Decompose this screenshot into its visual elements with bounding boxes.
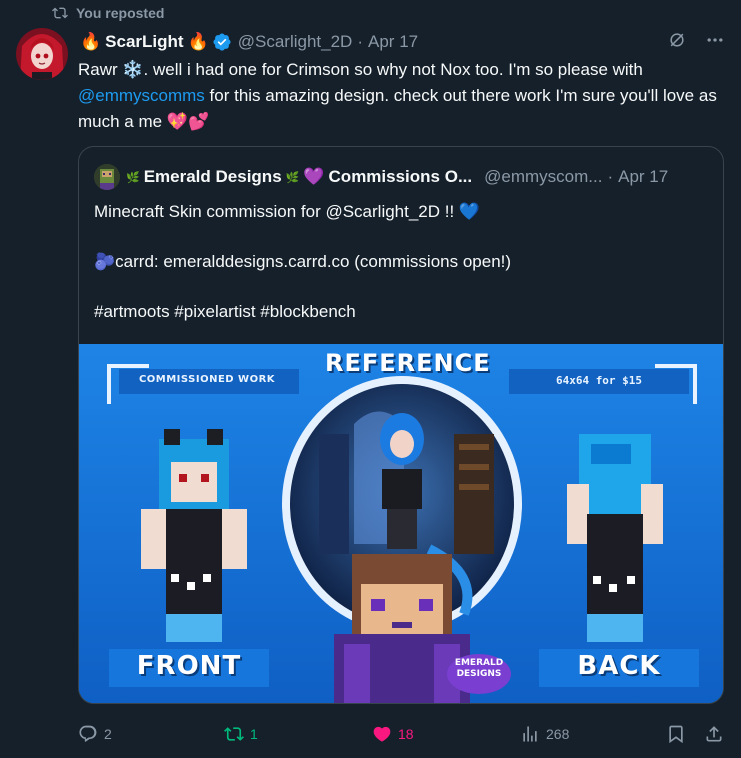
grok-icon[interactable] <box>667 30 687 50</box>
repost-icon <box>224 727 244 741</box>
blueberry-emoji: 🫐 <box>94 252 116 271</box>
fire-emoji: 🔥 <box>187 32 209 51</box>
quote-author-suffix: Commissions O... <box>328 167 473 186</box>
quote-avatar[interactable] <box>94 164 120 190</box>
quote-header: 🌿 Emerald Designs 🌿 💜 Commissions O... @… <box>94 164 709 190</box>
sparkle-emoji: 🌿 <box>126 171 140 184</box>
media-image[interactable]: REFERENCE COMMISSIONED WORK 64x64 for $1… <box>79 344 723 703</box>
author-name[interactable]: 🔥 ScarLight 🔥 <box>80 32 209 52</box>
action-bar: 2 1 18 268 <box>78 722 728 746</box>
media-left-caption: COMMISSIONED WORK <box>138 374 276 385</box>
media-right-caption: 64x64 for $15 <box>555 374 643 387</box>
quote-date: Apr 17 <box>618 167 669 186</box>
like-button[interactable]: 18 <box>372 722 414 746</box>
author-handle[interactable]: @Scarlight_2D <box>238 32 353 52</box>
quoted-tweet[interactable]: 🌿 Emerald Designs 🌿 💜 Commissions O... @… <box>78 146 724 704</box>
separator-dot: · <box>357 32 364 51</box>
tweet-text-part1: Rawr ❄️. well i had one for Crimson so w… <box>78 60 643 79</box>
media-title: REFERENCE <box>325 349 491 377</box>
purple-heart-emoji: 💜 <box>303 167 325 186</box>
quote-handle[interactable]: @emmyscom... <box>484 167 602 187</box>
fire-emoji: 🔥 <box>80 32 102 51</box>
separator-dot: · <box>607 167 614 186</box>
repost-label: You reposted <box>76 5 165 21</box>
avatar[interactable] <box>16 28 68 80</box>
quote-text: Minecraft Skin commission for @Scarlight… <box>94 199 704 349</box>
media-front-label: FRONT <box>136 651 242 681</box>
mention-link[interactable]: @emmyscomms <box>78 86 205 105</box>
tweet-text: Rawr ❄️. well i had one for Crimson so w… <box>78 57 728 135</box>
logo-line2: DESIGNS <box>456 669 502 679</box>
share-icon <box>706 726 722 742</box>
quote-line-2: 🫐carrd: emeralddesigns.carrd.co (commiss… <box>94 249 704 274</box>
author-name-text: ScarLight <box>105 32 184 51</box>
views-button[interactable]: 268 <box>520 722 569 746</box>
reply-button[interactable]: 2 <box>78 722 112 746</box>
share-button[interactable] <box>704 722 724 746</box>
like-icon <box>373 726 391 742</box>
more-icon[interactable] <box>705 30 725 50</box>
tweet-date[interactable]: Apr 17 <box>368 32 418 52</box>
repost-icon <box>52 7 68 19</box>
quote-line-2-text: carrd: emeralddesigns.carrd.co (commissi… <box>115 252 512 271</box>
repost-count: 1 <box>250 726 258 742</box>
logo-line1: EMERALD <box>454 658 504 668</box>
quote-author-name[interactable]: Emerald Designs <box>144 167 282 187</box>
reply-count: 2 <box>104 726 112 742</box>
like-count: 18 <box>398 726 414 742</box>
bookmark-icon <box>669 725 683 744</box>
sparkle-emoji: 🌿 <box>285 171 300 184</box>
quote-line-1: Minecraft Skin commission for @Scarlight… <box>94 202 481 221</box>
views-count: 268 <box>546 726 570 742</box>
repost-indicator[interactable]: You reposted <box>52 3 164 23</box>
bookmark-button[interactable] <box>666 722 686 746</box>
emerald-designs-logo: EMERALD DESIGNS <box>447 658 511 680</box>
media-back-label: BACK <box>577 651 661 681</box>
repost-button[interactable]: 1 <box>224 722 258 746</box>
verified-icon <box>213 33 231 51</box>
quote-line-3: #artmoots #pixelartist #blockbench <box>94 302 356 321</box>
reply-icon <box>79 725 97 742</box>
tweet-header: 🔥 ScarLight 🔥 @Scarlight_2D · Apr 17 <box>80 30 725 54</box>
views-icon <box>523 726 537 742</box>
